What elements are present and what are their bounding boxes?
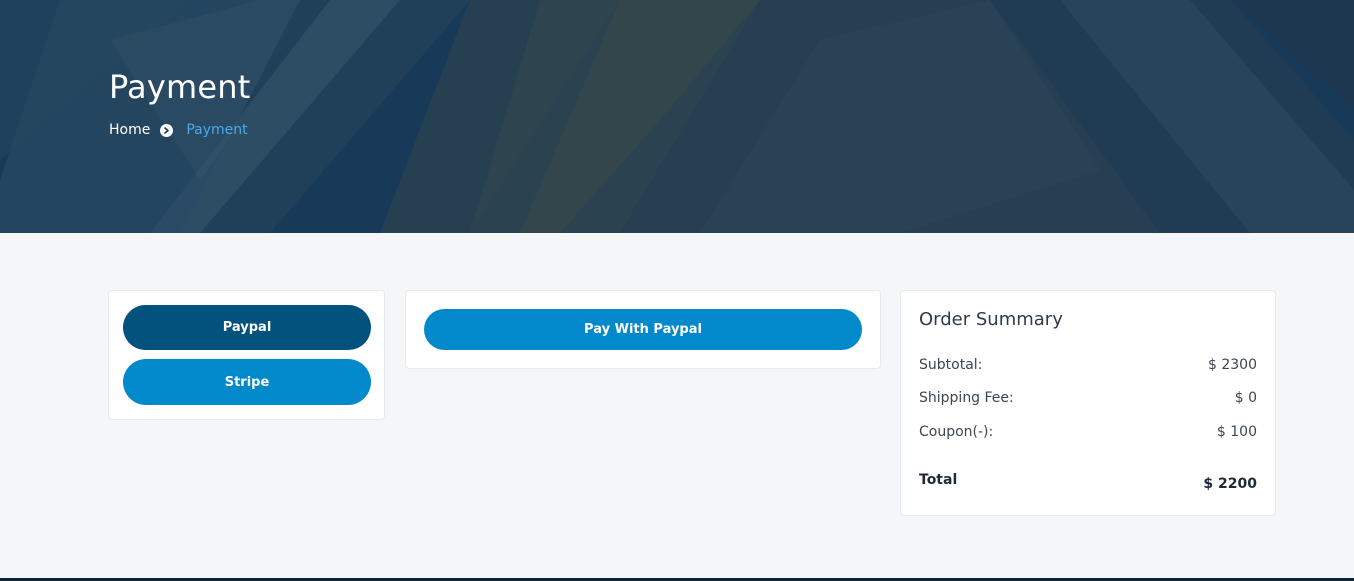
- pay-with-paypal-button[interactable]: Pay With Paypal: [424, 309, 862, 350]
- paypal-method-button[interactable]: Paypal: [123, 305, 371, 350]
- stripe-method-button[interactable]: Stripe: [123, 359, 371, 405]
- page-title: Payment: [109, 68, 251, 106]
- chevron-right-circle-icon: [160, 123, 174, 137]
- coupon-row: Coupon(-): $ 100: [919, 424, 1257, 440]
- breadcrumb: Home Payment: [109, 122, 248, 138]
- shipping-fee-label: Shipping Fee:: [919, 390, 1014, 406]
- total-row: Total $ 2200: [919, 472, 1257, 492]
- payment-action-card: Pay With Paypal: [405, 290, 881, 369]
- order-summary-card: Order Summary Subtotal: $ 2300 Shipping …: [900, 290, 1276, 516]
- subtotal-row: Subtotal: $ 2300: [919, 357, 1257, 373]
- subtotal-label: Subtotal:: [919, 357, 983, 373]
- order-summary-title: Order Summary: [919, 309, 1063, 330]
- shipping-fee-row: Shipping Fee: $ 0: [919, 390, 1257, 406]
- page-banner: Payment Home Payment: [0, 0, 1354, 233]
- total-label: Total: [919, 472, 958, 488]
- banner-background-image: [0, 0, 1354, 233]
- total-value: $ 2200: [1203, 476, 1257, 492]
- payment-method-card: Paypal Stripe: [108, 290, 385, 420]
- breadcrumb-home-link[interactable]: Home: [109, 122, 150, 138]
- shipping-fee-value: $ 0: [1234, 390, 1257, 406]
- subtotal-value: $ 2300: [1208, 357, 1257, 373]
- breadcrumb-current: Payment: [186, 122, 248, 138]
- coupon-value: $ 100: [1216, 424, 1257, 440]
- coupon-label: Coupon(-):: [919, 424, 994, 440]
